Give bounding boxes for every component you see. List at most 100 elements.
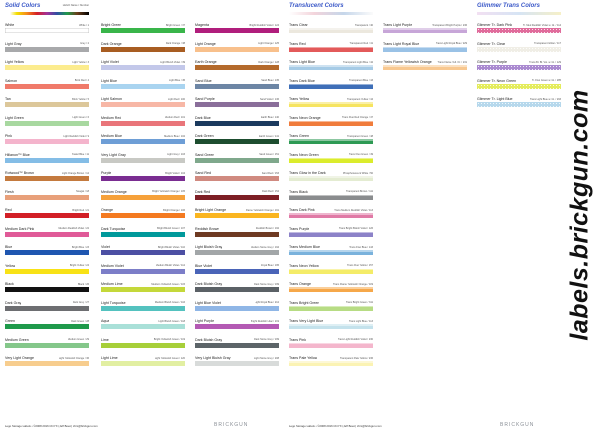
color-label: Very Light Bluish Gray Light Stone Grey /… [195, 356, 279, 375]
color-swatch [5, 342, 89, 348]
color-swatch [195, 287, 279, 292]
lego-color-code: Bright Reddish Violet / 124 [249, 23, 279, 27]
color-swatch [195, 324, 279, 329]
color-name: Trans Pink [289, 337, 307, 342]
color-label: Trans Light Royal Blue Trans Light Royal … [383, 42, 467, 61]
color-label: Trans Pink Trans Light Reddish Violet / 2… [289, 338, 373, 357]
color-name: Glimmer Tr. Clear [477, 41, 506, 46]
lego-color-code: Transparent Blue / 43 [349, 79, 373, 83]
color-label: Trans Bright Green Trans Bright Green / 3… [289, 301, 373, 320]
lego-color-code: Trans Fluo Red Orange / 47 [341, 116, 373, 120]
color-label: Blue Violet Royal Blue / 195 [195, 264, 279, 283]
color-name: Trans Flame Yellowish Orange [383, 60, 432, 64]
lego-color-code: Sand Green / 151 [259, 153, 279, 157]
color-label: Trans Very Light Blue Trans Light Blue / … [289, 319, 373, 338]
color-name: Light Bluish Gray [195, 245, 223, 249]
lego-color-code: Medium Blue / 102 [164, 134, 185, 138]
color-name: Dark Bluish Gray [195, 282, 223, 286]
color-swatch [289, 176, 373, 181]
color-swatch [5, 102, 89, 107]
lego-color-code: Dark Orange / 38 [165, 42, 185, 46]
lego-color-code: Trans Flame Yell. Or. / 231 [437, 60, 467, 64]
color-swatch [101, 324, 185, 329]
color-swatch [195, 361, 279, 366]
color-name: Lime [101, 337, 109, 342]
color-swatch [289, 120, 373, 126]
color-name: Dark Red [195, 189, 211, 194]
color-swatch [195, 250, 279, 255]
color-name: Salmon [5, 78, 18, 83]
color-name: Very Light Orange [5, 356, 34, 360]
color-name: Reddish Brown [195, 226, 220, 231]
color-name: Purple [101, 171, 112, 175]
color-swatch [5, 83, 89, 89]
color-label: Dark Green Earth Green / 141 [195, 134, 279, 153]
lego-color-code: Light Bluish Violet / 39 [160, 60, 185, 64]
color-label: Trans Medium Blue Trans Fluo Blue / 143 [289, 245, 373, 264]
color-swatch [195, 139, 279, 144]
color-swatch [289, 305, 373, 311]
color-label: Trans Flame Yellowish Orange Trans Flame … [383, 60, 467, 79]
color-swatch [477, 65, 561, 70]
color-swatch [477, 28, 561, 33]
color-name: Trans Glow in the Dark [289, 171, 326, 175]
lego-color-code: Trans Light Blue / 113 [348, 319, 373, 323]
color-name: Light Gray [5, 41, 22, 46]
section-header-glimmer: Glimmer Trans Colors [477, 3, 561, 23]
color-name: Trans Medium Blue [289, 245, 321, 249]
color-swatch [383, 65, 467, 70]
color-name: Medium Dark Pink [5, 226, 35, 231]
color-label: Trans Light Blue Transparent Light Blue /… [289, 60, 373, 79]
color-label: Light Bluish Gray Medium Stone Grey / 194 [195, 245, 279, 264]
color-swatch [101, 287, 185, 292]
color-label: Light Violet Light Bluish Violet / 39 [101, 60, 185, 79]
color-swatch [289, 139, 373, 144]
lego-color-code: Transparent Pale Yellow / 236 [339, 356, 373, 360]
lego-color-code: Transparent Brown / 111 [345, 190, 373, 194]
label-column-2: Bright Green Bright Green / 37 Dark Orange… [101, 3, 185, 375]
lego-color-code: Medium Reddish Violet / 22 [58, 227, 89, 231]
color-name: Trans Neon Yellow [289, 263, 319, 268]
color-name: Trans Light Blue [289, 60, 316, 64]
color-name: Dark Bluish Gray [195, 337, 223, 342]
lego-color-code: Dark Green / 28 [71, 319, 89, 323]
color-name: Light Violet [101, 60, 119, 64]
color-swatch [101, 102, 185, 107]
lego-color-code: Sand Red / 153 [261, 171, 279, 175]
color-label: Dark Gray Dark Grey / 27 [5, 301, 89, 320]
lego-color-code: Phosphorescent White / 50 [342, 171, 373, 175]
color-swatch [195, 342, 279, 348]
lego-color-code: Trans Light Royal Blue / 229 [435, 42, 467, 46]
lego-color-code: Transparent Red / 41 [349, 42, 373, 46]
color-name: Glimmer Tr. Light Blue [477, 97, 513, 101]
color-label: Light Blue Light Blue / 45 [101, 79, 185, 98]
color-swatch [195, 157, 279, 163]
lego-color-code: Light Orange / 125 [258, 42, 279, 46]
color-swatch [195, 176, 279, 181]
color-label: Light Blue Violet Light Royal Blue / 212 [195, 301, 279, 320]
color-swatch [5, 28, 89, 33]
color-label: Light Yellow Light Yellow / 3 [5, 60, 89, 79]
color-name: Pink [5, 134, 12, 138]
color-name: Sand Red [195, 171, 211, 175]
lego-color-code: Trans Bright Bluish Violet / 126 [338, 227, 373, 231]
color-label: Tan Brick Yellow / 5 [5, 97, 89, 116]
lego-color-code: Trans Light Reddish Violet / 230 [337, 338, 373, 342]
lego-color-code: Bright Bluish Violet / 110 [157, 245, 185, 249]
color-label: Dark Orange Dark Orange / 38 [101, 42, 185, 61]
color-label: Trans Light Purple Transparent Bright Pur… [383, 23, 467, 42]
lego-color-code: Bright Red / 21 [72, 208, 89, 212]
color-name: Orange [101, 208, 113, 212]
lego-color-code: Bright Orange / 106 [163, 208, 185, 212]
color-swatch [101, 361, 185, 366]
color-swatch [101, 250, 185, 255]
color-name: Light Blue [101, 78, 117, 83]
lego-color-code: Transparent Yellow / 44 [346, 97, 373, 101]
lego-color-code: Transparent Bright Purple / 236 [432, 23, 467, 27]
color-name: Light Salmon [101, 97, 122, 101]
lego-color-code: Bright Reddish Lilac / 219 [250, 319, 280, 323]
lego-color-code: Trans Fluo Blue / 143 [349, 245, 373, 249]
section-title: Translucent Colors [289, 3, 344, 9]
lego-color-code: Grey / 2 [80, 42, 89, 46]
color-label: Light Orange Light Orange / 125 [195, 42, 279, 61]
